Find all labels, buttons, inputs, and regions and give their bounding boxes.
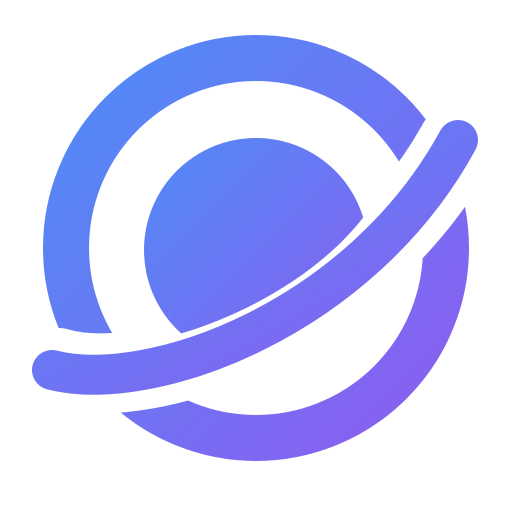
planet-icon [32,35,478,461]
app-icon-canvas [0,0,512,512]
